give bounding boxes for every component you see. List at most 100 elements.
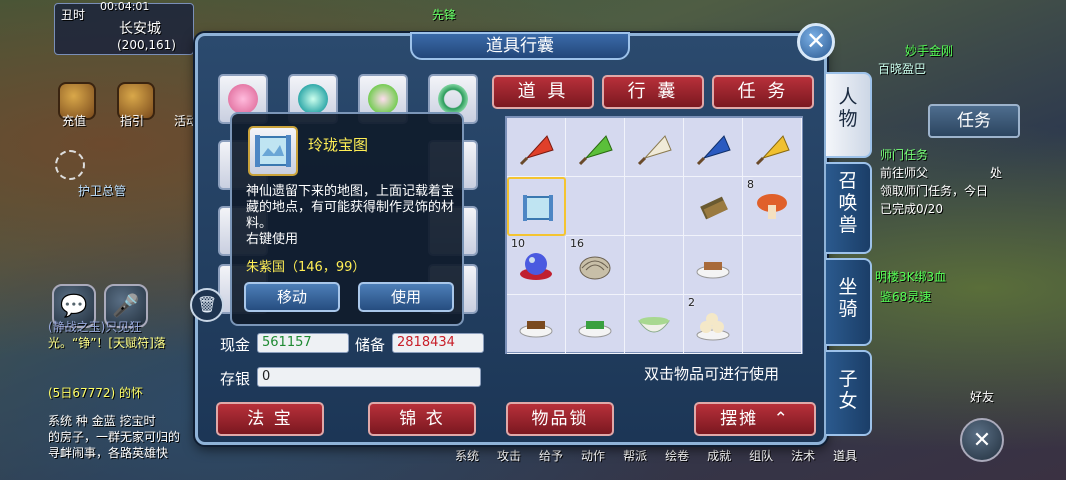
close-button[interactable]: ✕ [797, 23, 835, 61]
bag-cell[interactable] [507, 118, 566, 177]
bowl-icon [635, 305, 673, 343]
player-name[interactable]: 明楼3K绑3血 [875, 268, 946, 285]
trash-icon[interactable]: 🗑 [190, 288, 224, 322]
tooltip-desc-text: 神仙遗留下来的地图，上面记载着宝藏的地点，有可能获得制作灵饰的材料。 [246, 184, 455, 231]
panel-title: 道具行囊 [410, 32, 630, 60]
side-tab-children[interactable]: 子女 [826, 350, 872, 436]
menu-items[interactable]: 道具 [833, 447, 857, 464]
bag-cell[interactable] [566, 295, 625, 354]
bag-cell-empty[interactable] [566, 177, 625, 236]
bag-cell[interactable]: 2 [684, 295, 743, 354]
mushroom-icon [753, 187, 791, 225]
menu-give[interactable]: 给予 [539, 447, 563, 464]
money-label: 现金 [220, 336, 251, 354]
flag-green-icon [576, 128, 614, 166]
tab-tasks[interactable]: 任 务 [712, 75, 814, 109]
task-line: 处 [990, 166, 1003, 180]
tooltip-description: 神仙遗留下来的地图，上面记载着宝藏的地点，有可能获得制作灵饰的材料。 右键使用 [246, 184, 458, 248]
bag-cell[interactable]: 16 [566, 236, 625, 295]
bag-cell[interactable] [743, 118, 802, 177]
time-label: 丑时 [61, 8, 86, 22]
task-line: 已完成0/20 [880, 202, 943, 216]
move-button[interactable]: 移动 [244, 282, 340, 312]
bag-cell[interactable] [566, 118, 625, 177]
side-tab-label: 召唤兽 [838, 170, 858, 236]
shell-icon [576, 246, 614, 284]
deposit-label: 存银 [220, 370, 251, 388]
bag-cell-empty[interactable] [625, 177, 684, 236]
player-name[interactable]: 鉴68灵速 [880, 288, 931, 305]
clock: 00:04:01 [100, 0, 150, 13]
bottom-menu: 系统 攻击 给予 动作 帮派 绘卷 成就 组队 法术 道具 [455, 447, 857, 464]
treasure-map-icon [248, 126, 298, 176]
deposit-value: 0 [257, 367, 481, 387]
dish-brown-icon [517, 305, 555, 343]
dumplings-icon [694, 305, 732, 343]
bag-cell[interactable]: 10 [507, 236, 566, 295]
orb-icon [517, 246, 555, 284]
side-tab-mount[interactable]: 坐骑 [826, 258, 872, 346]
outfit-button[interactable]: 锦 衣 [368, 402, 476, 436]
menu-attack[interactable]: 攻击 [497, 447, 521, 464]
tab-bag[interactable]: 行 囊 [602, 75, 704, 109]
guide-label: 指引 [120, 114, 145, 128]
dish-tofu-icon [694, 246, 732, 284]
player-name[interactable]: 妙手金刚 [905, 42, 953, 59]
task-line: 领取师门任务，今日 [880, 184, 989, 198]
bag-cell[interactable] [507, 295, 566, 354]
bag-cell-empty[interactable] [743, 236, 802, 295]
flag-red-icon [517, 128, 555, 166]
item-count: 2 [688, 296, 695, 309]
guard-icon[interactable] [55, 150, 85, 180]
menu-team[interactable]: 组队 [749, 447, 773, 464]
bag-cell[interactable]: 8 [743, 177, 802, 236]
menu-scroll[interactable]: 绘卷 [665, 447, 689, 464]
stall-button[interactable]: 摆摊 ⌃ [694, 402, 816, 436]
close-hud-icon[interactable]: ✕ [960, 418, 1004, 462]
jade-ring-icon [438, 84, 468, 114]
tooltip-usage: 右键使用 [246, 232, 299, 247]
use-button[interactable]: 使用 [358, 282, 454, 312]
bag-cell[interactable] [507, 177, 566, 236]
menu-system[interactable]: 系统 [455, 447, 479, 464]
side-tab-label: 坐骑 [838, 276, 858, 320]
top-center-text: 先锋 [432, 8, 457, 22]
player-name[interactable]: 百晓盈巴 [878, 60, 926, 77]
item-lock-button[interactable]: 物品锁 [506, 402, 614, 436]
bag-cell[interactable] [625, 118, 684, 177]
bag-cell[interactable] [625, 295, 684, 354]
guard-label[interactable]: 护卫总管 [78, 182, 126, 199]
tab-items[interactable]: 道 具 [492, 75, 594, 109]
bag-grid: 8 10 16 2 [505, 116, 803, 354]
bag-cell-empty[interactable] [743, 295, 802, 354]
scroll-bundle-icon [694, 187, 732, 225]
chat-line: 系统 种 金蓝 挖宝时 [48, 414, 156, 428]
chat-line: (静战之玉)只见狂 [48, 320, 142, 334]
chat-line: 寻衅闹事，各路英雄快 [48, 446, 169, 460]
menu-action[interactable]: 动作 [581, 447, 605, 464]
money-value: 561157 [257, 333, 349, 353]
item-count: 10 [511, 237, 525, 250]
location-coords: (200,161) [117, 38, 176, 52]
magic-treasure-button[interactable]: 法 宝 [216, 402, 324, 436]
menu-guild[interactable]: 帮派 [623, 447, 647, 464]
chat-line: 光。“铮”！[天赋符]落 [48, 336, 166, 350]
reserve-value: 2818434 [392, 333, 484, 353]
right-task-tab[interactable]: 任务 [928, 104, 1020, 138]
bag-cell[interactable] [684, 236, 743, 295]
side-tab-label: 人物 [838, 86, 858, 130]
side-tab-pet[interactable]: 召唤兽 [826, 162, 872, 254]
bag-cell[interactable] [684, 118, 743, 177]
chevron-up-icon: ⌃ [773, 409, 790, 429]
menu-magic[interactable]: 法术 [791, 447, 815, 464]
side-tab-label: 子女 [838, 368, 858, 412]
bag-cell[interactable] [684, 177, 743, 236]
menu-achievement[interactable]: 成就 [707, 447, 731, 464]
friend-label[interactable]: 好友 [970, 388, 994, 405]
chat-line: 的房子，一群无家可归的 [48, 430, 181, 444]
stall-label: 摆摊 [720, 409, 759, 429]
bag-cell-empty[interactable] [625, 236, 684, 295]
flag-yellow-icon [753, 128, 791, 166]
side-tab-character[interactable]: 人物 [826, 72, 872, 158]
chat-line: (5日67772) 的怀 [48, 386, 143, 400]
